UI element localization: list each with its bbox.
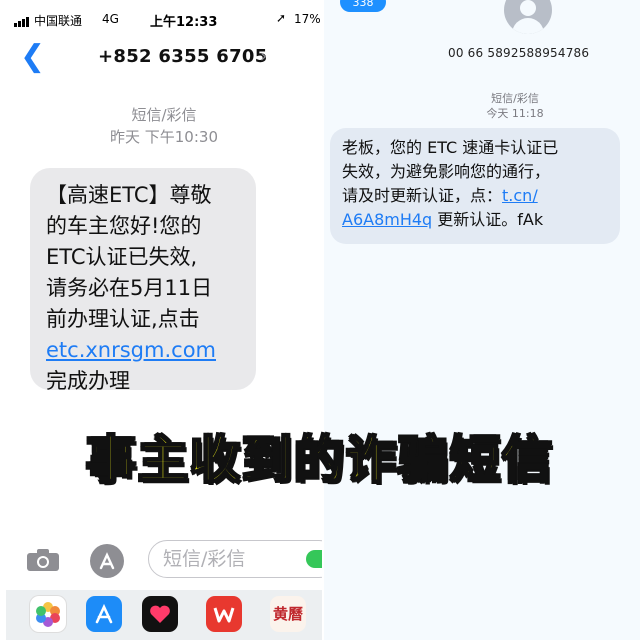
message-line: 【高速ETC】尊敬 (46, 183, 212, 207)
app-store-icon[interactable] (86, 596, 122, 632)
contact-avatar-icon[interactable] (504, 0, 552, 34)
back-chevron-icon[interactable]: ❮ (20, 42, 45, 72)
photos-app-icon[interactable] (30, 596, 66, 632)
message-input-bar: 短信/彩信 (6, 540, 322, 584)
app-store-icon (99, 552, 115, 570)
imessage-app-drawer: 黄曆 (6, 590, 322, 640)
send-audio-icon[interactable] (306, 550, 322, 568)
network-type: 4G (102, 12, 119, 26)
message-line: ETC认证已失效, (46, 245, 198, 269)
message-line: 失效，为避免影响您的通行， (342, 162, 551, 181)
overlay-caption: 事主收到的诈骗短信 (85, 430, 554, 490)
message-line: 请务必在5月11日 (46, 276, 213, 300)
sender-phone-number[interactable]: 00 66 5892588954786 (448, 46, 589, 60)
app-store-button[interactable] (90, 544, 124, 578)
calendar-app-icon[interactable]: 黄曆 (270, 596, 306, 632)
left-phone-screenshot: 中国联通 4G 上午12:33 ➚ 17% ❮ +852 6355 6705 ›… (6, 0, 322, 640)
message-line: 请及时更新认证，点： (342, 186, 503, 205)
unread-badge[interactable]: 338 (340, 0, 386, 12)
contact-phone-number[interactable]: +852 6355 6705 (98, 46, 268, 67)
message-line: 完成办理 (46, 369, 130, 393)
right-phone-screenshot: 338 00 66 5892588954786 短信/彩信 今天 11:18 老… (324, 0, 640, 640)
received-message-bubble: 【高速ETC】尊敬 的车主您好!您的 ETC认证已失效, 请务必在5月11日 前… (30, 168, 256, 393)
phishing-link[interactable]: etc.xnrsgm.com (46, 335, 246, 366)
phishing-link-continued[interactable]: A6A8mH4q (342, 210, 432, 229)
message-type-label: 短信/彩信 (491, 92, 539, 105)
message-timestamp: 今天 11:18 (486, 107, 544, 120)
message-line: 的车主您好!您的 (46, 214, 202, 238)
carrier-label: 中国联通 (34, 14, 83, 28)
camera-icon[interactable] (26, 548, 60, 572)
message-line: 更新认证。fAk (432, 210, 544, 229)
message-timestamp: 昨天 下午10:30 (110, 128, 218, 146)
message-line: 前办理认证,点击 (46, 307, 200, 331)
signal-icon (14, 13, 30, 27)
message-line: 老板，您的 ETC 速通卡认证已 (342, 138, 559, 157)
conversation-header: ❮ +852 6355 6705 › (6, 40, 322, 80)
digital-touch-icon[interactable] (142, 596, 178, 632)
received-message-bubble: 老板，您的 ETC 速通卡认证已 失效，为避免影响您的通行， 请及时更新认证，点… (330, 128, 620, 244)
location-arrow-icon: ➚ (276, 11, 287, 25)
battery-percent: 17% (294, 12, 321, 26)
phishing-link[interactable]: t.cn/ (502, 186, 538, 205)
status-time: 上午12:33 (150, 15, 218, 30)
message-type-label: 短信/彩信 (131, 106, 197, 124)
wps-office-icon[interactable] (206, 596, 242, 632)
status-bar: 中国联通 4G 上午12:33 ➚ 17% (6, 0, 322, 40)
chevron-right-icon[interactable]: › (260, 46, 267, 67)
message-input-field[interactable]: 短信/彩信 (148, 540, 322, 578)
